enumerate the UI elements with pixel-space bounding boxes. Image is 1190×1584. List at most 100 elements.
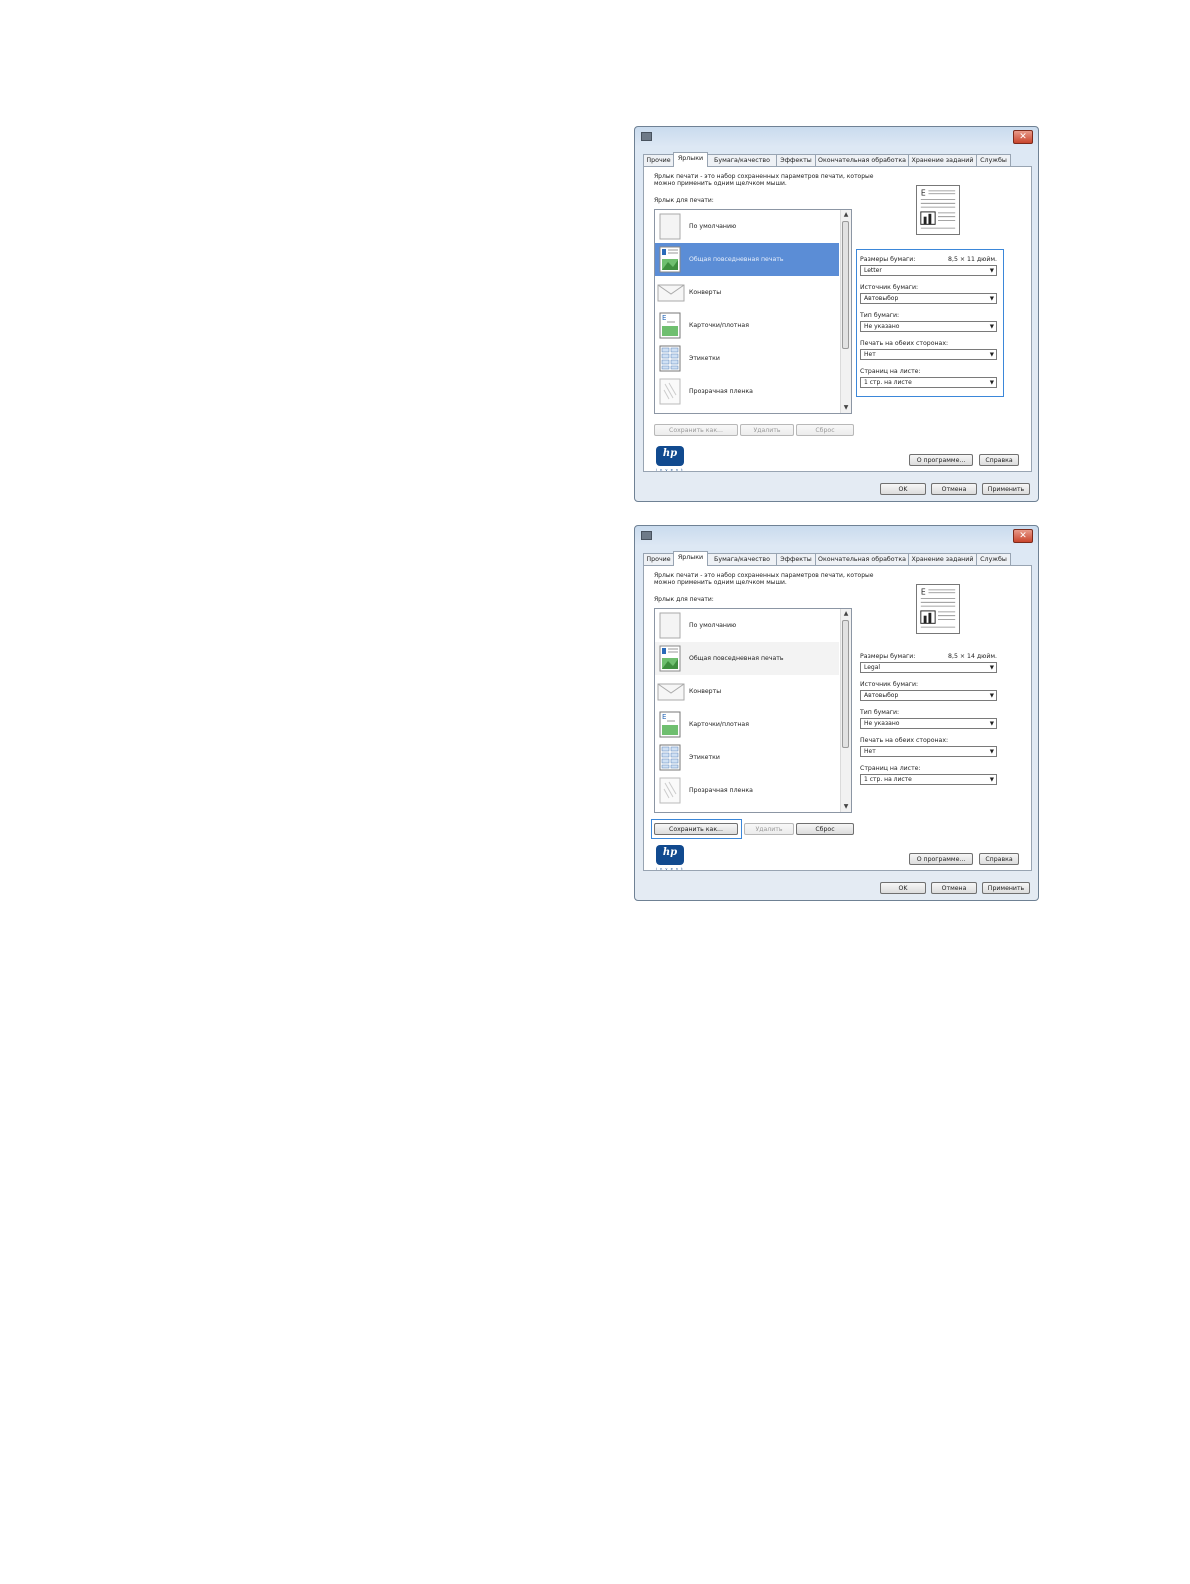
help-button[interactable]: Справка [979, 454, 1019, 466]
list-item-label: Общая повседневная печать [689, 655, 784, 662]
tab-other[interactable]: Прочие [643, 553, 674, 565]
list-scrollbar[interactable]: ▲ ▼ [840, 210, 851, 413]
list-item[interactable]: Прозрачная пленка [655, 375, 839, 408]
tab-services[interactable]: Службы [976, 553, 1011, 565]
list-item[interactable]: Этикетки [655, 342, 839, 375]
tab-job-storage[interactable]: Хранение заданий [908, 553, 977, 565]
paper-size-dimensions: 8,5 × 11 дюйм. [948, 256, 997, 263]
apply-button[interactable]: Применить [982, 882, 1030, 894]
page-preview-icon: E [916, 185, 960, 235]
tab-job-storage[interactable]: Хранение заданий [908, 154, 977, 166]
list-item[interactable]: E Карточки/плотная [655, 309, 839, 342]
close-icon[interactable]: ✕ [1013, 130, 1033, 144]
list-item-label: Прозрачная пленка [689, 787, 753, 794]
duplex-value: Нет [864, 351, 876, 358]
envelope-icon [657, 683, 685, 701]
paper-source-label: Источник бумаги: [860, 681, 919, 688]
duplex-label: Печать на обеих сторонах: [860, 737, 949, 744]
pages-per-sheet-value: 1 стр. на листе [864, 379, 912, 386]
shortcuts-panel: Ярлык печати - это набор сохраненных пар… [643, 565, 1032, 871]
title-bar[interactable]: ✕ [635, 526, 1038, 548]
shortcut-list[interactable]: По умолчанию Общая повседневная печать К… [654, 608, 852, 813]
pages-per-sheet-label: Страниц на листе: [860, 765, 921, 772]
reset-button[interactable]: Сброс [796, 424, 854, 436]
list-item-label: Этикетки [689, 355, 720, 362]
tab-shortcuts[interactable]: Ярлыки [673, 551, 708, 566]
svg-text:E: E [921, 588, 926, 597]
shortcut-list[interactable]: По умолчанию Общая повседневная печать К… [654, 209, 852, 414]
svg-text:E: E [921, 189, 926, 198]
hp-logo-text: hp [662, 448, 678, 459]
list-item-label: По умолчанию [689, 223, 737, 230]
list-item[interactable]: E Карточки/плотная [655, 708, 839, 741]
tab-strip: Прочие Ярлыки Бумага/качество Эффекты Ок… [643, 152, 1030, 167]
cancel-button[interactable]: Отмена [931, 483, 977, 495]
list-item[interactable]: По умолчанию [655, 609, 839, 642]
paper-type-select[interactable]: Не указано ▼ [860, 321, 997, 332]
scroll-down-icon[interactable]: ▼ [841, 403, 851, 413]
save-as-button[interactable]: Сохранить как... [654, 823, 738, 835]
ok-button[interactable]: OK [880, 483, 926, 495]
list-item-label: Карточки/плотная [689, 721, 749, 728]
list-item[interactable]: По умолчанию [655, 210, 839, 243]
tab-shortcuts[interactable]: Ярлыки [673, 152, 708, 167]
hp-logo-icon: hp [656, 446, 684, 466]
app-icon [641, 531, 652, 540]
paper-source-value: Автовыбор [864, 692, 899, 699]
svg-text:E: E [662, 314, 666, 322]
paper-size-select[interactable]: Letter ▼ [860, 265, 997, 276]
duplex-select[interactable]: Нет ▼ [860, 746, 997, 757]
reset-button[interactable]: Сброс [796, 823, 854, 835]
chevron-down-icon: ▼ [989, 665, 994, 671]
delete-button[interactable]: Удалить [744, 823, 794, 835]
scroll-down-icon[interactable]: ▼ [841, 802, 851, 812]
paper-size-value: Legal [864, 664, 881, 671]
cancel-button[interactable]: Отмена [931, 882, 977, 894]
tab-effects[interactable]: Эффекты [776, 553, 816, 565]
apply-button[interactable]: Применить [982, 483, 1030, 495]
about-button[interactable]: О программе... [909, 853, 973, 865]
intro-text-line2: можно применить одним щелчком мыши. [654, 579, 787, 586]
tab-other[interactable]: Прочие [643, 154, 674, 166]
chevron-down-icon: ▼ [989, 296, 994, 302]
scrollbar-thumb[interactable] [842, 620, 849, 748]
about-button[interactable]: О программе... [909, 454, 973, 466]
list-item-label: Этикетки [689, 754, 720, 761]
list-item[interactable]: Конверты [655, 675, 839, 708]
blank-page-icon [659, 213, 681, 240]
title-bar[interactable]: ✕ [635, 127, 1038, 149]
paper-size-label: Размеры бумаги: [860, 653, 916, 660]
paper-source-value: Автовыбор [864, 295, 899, 302]
paper-type-value: Не указано [864, 720, 900, 727]
delete-button[interactable]: Удалить [740, 424, 794, 436]
scroll-up-icon[interactable]: ▲ [841, 609, 851, 619]
help-button[interactable]: Справка [979, 853, 1019, 865]
list-item[interactable]: Прозрачная пленка [655, 774, 839, 807]
tab-effects[interactable]: Эффекты [776, 154, 816, 166]
scrollbar-thumb[interactable] [842, 221, 849, 349]
list-item[interactable]: Конверты [655, 276, 839, 309]
paper-source-select[interactable]: Автовыбор ▼ [860, 690, 997, 701]
list-item[interactable]: Этикетки [655, 741, 839, 774]
list-item-selected[interactable]: Общая повседневная печать [655, 243, 839, 276]
paper-type-select[interactable]: Не указано ▼ [860, 718, 997, 729]
scroll-up-icon[interactable]: ▲ [841, 210, 851, 220]
list-item-selected[interactable]: Общая повседневная печать [655, 642, 839, 675]
save-as-button[interactable]: Сохранить как... [654, 424, 738, 436]
paper-size-select[interactable]: Legal ▼ [860, 662, 997, 673]
tab-finishing[interactable]: Окончательная обработка [815, 553, 909, 565]
ok-button[interactable]: OK [880, 882, 926, 894]
paper-source-select[interactable]: Автовыбор ▼ [860, 293, 997, 304]
chevron-down-icon: ▼ [989, 777, 994, 783]
duplex-select[interactable]: Нет ▼ [860, 349, 997, 360]
close-icon[interactable]: ✕ [1013, 529, 1033, 543]
tab-services[interactable]: Службы [976, 154, 1011, 166]
tab-paper-quality[interactable]: Бумага/качество [707, 154, 777, 166]
hp-logo-text: hp [662, 847, 678, 858]
tab-finishing[interactable]: Окончательная обработка [815, 154, 909, 166]
list-scrollbar[interactable]: ▲ ▼ [840, 609, 851, 812]
pages-per-sheet-select[interactable]: 1 стр. на листе ▼ [860, 377, 997, 388]
pages-per-sheet-select[interactable]: 1 стр. на листе ▼ [860, 774, 997, 785]
tab-paper-quality[interactable]: Бумага/качество [707, 553, 777, 565]
tab-strip: Прочие Ярлыки Бумага/качество Эффекты Ок… [643, 551, 1030, 566]
